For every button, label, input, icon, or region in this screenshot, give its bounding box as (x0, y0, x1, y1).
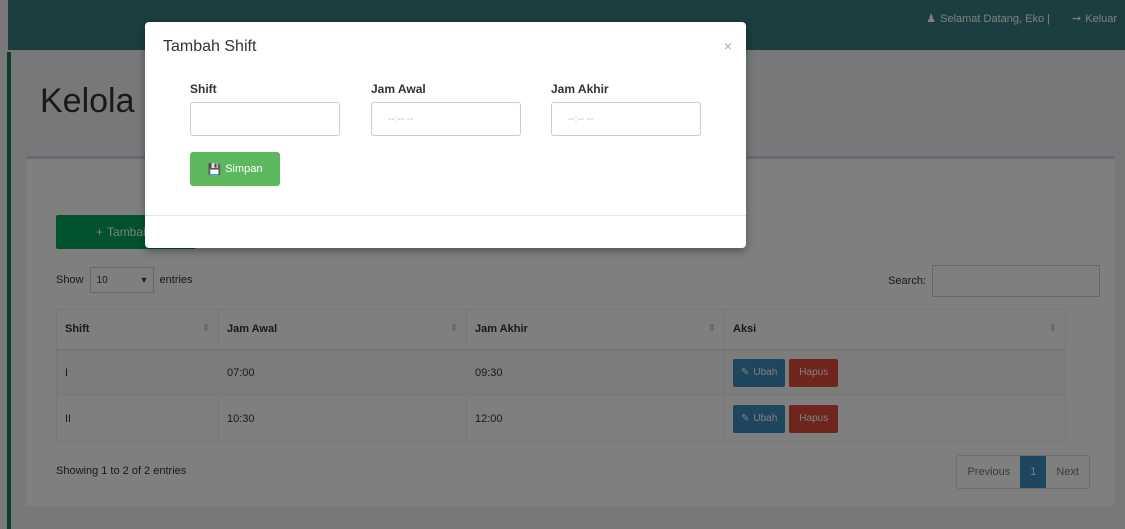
modal-footer-divider (145, 215, 746, 216)
jam-awal-label: Jam Awal (371, 82, 426, 96)
jam-akhir-input[interactable]: --:-- -- (551, 102, 701, 136)
modal-title: Tambah Shift (163, 38, 257, 55)
app-window: ♟ Selamat Datang, Eko | ➞ Keluar Kelola … (0, 0, 1125, 529)
save-label: Simpan (225, 163, 263, 175)
close-icon[interactable]: × (724, 38, 732, 54)
save-button[interactable]: 💾 Simpan (190, 152, 280, 186)
jam-akhir-label: Jam Akhir (551, 82, 609, 96)
jam-awal-input[interactable]: --:-- -- (371, 102, 521, 136)
save-icon: 💾 (207, 163, 222, 176)
shift-label: Shift (190, 82, 217, 96)
shift-input[interactable] (190, 102, 340, 136)
add-shift-modal: Tambah Shift × Shift Jam Awal --:-- -- J… (145, 22, 746, 248)
